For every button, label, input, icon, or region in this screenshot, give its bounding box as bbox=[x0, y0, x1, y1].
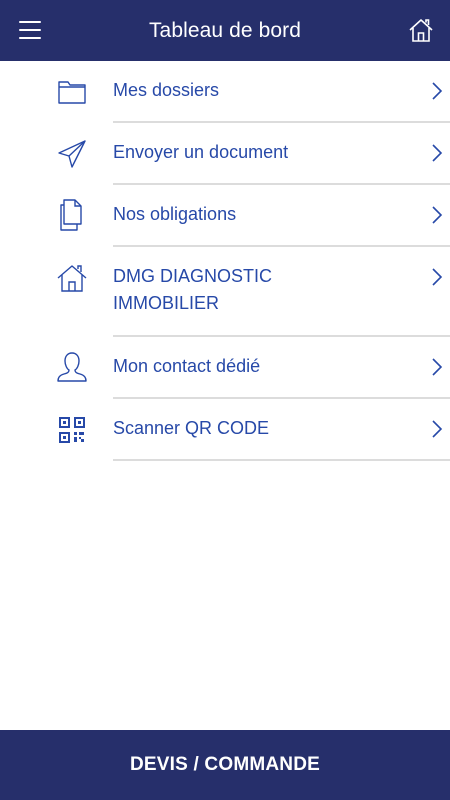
top-app-bar: Tableau de bord bbox=[0, 0, 450, 61]
app-screen: Tableau de bord Mes dossiers Envoyer un … bbox=[0, 0, 450, 800]
menu-item-label: Scanner QR CODE bbox=[113, 418, 270, 438]
house-icon bbox=[57, 265, 87, 292]
chevron-right-icon bbox=[432, 358, 443, 376]
folder-icon bbox=[58, 81, 86, 104]
menu-item-label: Envoyer un document bbox=[113, 142, 289, 162]
page-title: Tableau de bord bbox=[148, 18, 302, 42]
menu-item-envoyer-document[interactable]: Envoyer un document bbox=[0, 123, 450, 185]
menu-item-nos-obligations[interactable]: Nos obligations bbox=[0, 185, 450, 247]
dashboard-menu-list: Mes dossiers Envoyer un document Nos obl… bbox=[0, 61, 450, 461]
qr-code-icon bbox=[59, 417, 85, 443]
hamburger-menu-icon[interactable] bbox=[18, 19, 42, 41]
devis-commande-label: DEVIS / COMMANDE bbox=[129, 754, 321, 775]
chevron-right-icon bbox=[432, 82, 443, 100]
menu-item-label: Nos obligations bbox=[113, 204, 237, 224]
chevron-right-icon bbox=[432, 144, 443, 162]
menu-item-label: Mon contact dédié bbox=[113, 356, 261, 376]
home-icon[interactable] bbox=[408, 17, 434, 43]
chevron-right-icon bbox=[432, 268, 443, 286]
menu-item-mon-contact[interactable]: Mon contact dédié bbox=[0, 337, 450, 399]
send-icon bbox=[58, 140, 86, 168]
chevron-right-icon bbox=[432, 420, 443, 438]
divider bbox=[113, 459, 450, 461]
menu-item-label: DMG DIAGNOSTIC IMMOBILIER bbox=[113, 266, 273, 313]
chevron-right-icon bbox=[432, 206, 443, 224]
menu-item-label: Mes dossiers bbox=[113, 80, 220, 100]
documents-icon bbox=[60, 199, 82, 231]
user-icon bbox=[57, 352, 87, 382]
menu-item-mes-dossiers[interactable]: Mes dossiers bbox=[0, 61, 450, 123]
menu-item-scanner-qr[interactable]: Scanner QR CODE bbox=[0, 399, 450, 461]
devis-commande-button[interactable]: DEVIS / COMMANDE bbox=[0, 730, 450, 800]
menu-item-dmg-diagnostic[interactable]: DMG DIAGNOSTIC IMMOBILIER bbox=[0, 247, 450, 337]
